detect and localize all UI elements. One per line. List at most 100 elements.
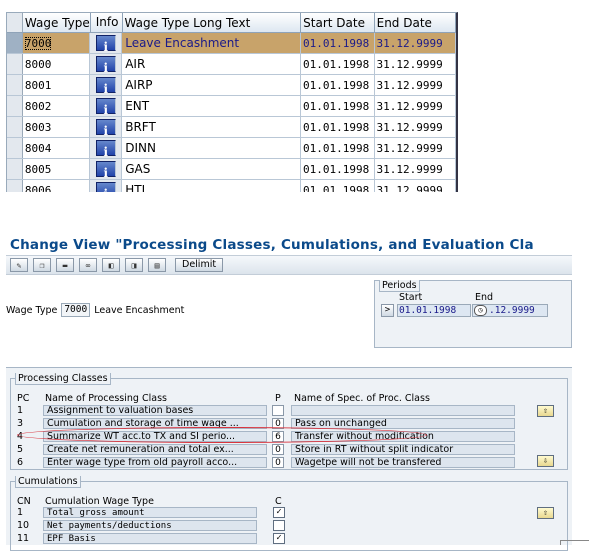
start-date-cell[interactable]: 01.01.1998 <box>301 75 375 95</box>
save-icon[interactable]: ▬ <box>56 258 74 272</box>
table-row[interactable]: 8002 i ENT 01.01.1998 31.12.9999 <box>7 96 456 117</box>
end-date-cell[interactable]: 31.12.9999 <box>375 75 456 95</box>
end-date-cell[interactable]: 31.12.9999 <box>375 159 456 179</box>
long-text-cell[interactable]: BRFT <box>122 117 302 137</box>
header-info[interactable]: Info <box>91 13 123 32</box>
header-c: C <box>275 496 282 507</box>
long-text-cell[interactable]: Leave Encashment <box>122 33 302 53</box>
class-name-field: Assignment to valuation bases <box>43 405 267 416</box>
long-text-cell[interactable]: AIR <box>122 54 302 74</box>
spec-name-field: Store in RT without split indicator <box>291 444 515 455</box>
row-selector[interactable] <box>7 159 23 179</box>
prev-icon[interactable]: ◧ <box>102 258 120 272</box>
row-selector[interactable] <box>7 138 23 158</box>
info-icon[interactable]: i <box>95 182 116 192</box>
select-all-column[interactable] <box>7 13 23 32</box>
header-pc: PC <box>17 393 30 404</box>
cumulation-checkbox[interactable] <box>273 520 285 531</box>
wage-type-cell[interactable]: 8005 <box>23 159 91 179</box>
start-date-field[interactable]: 01.01.1998 <box>397 304 471 317</box>
start-date-cell[interactable]: 01.01.1998 <box>301 180 375 192</box>
wage-type-label: Wage Type <box>6 304 58 316</box>
start-date-cell[interactable]: 01.01.1998 <box>301 96 375 116</box>
wage-type-line: Wage Type 7000 Leave Encashment <box>6 303 184 317</box>
cumulation-checkbox[interactable]: ✓ <box>273 533 285 544</box>
info-icon[interactable]: i <box>95 35 116 54</box>
class-name-field: Enter wage type from old payroll acco... <box>43 457 267 468</box>
end-date-cell[interactable]: 31.12.9999 <box>375 117 456 137</box>
header-end-date[interactable]: End Date <box>375 13 456 32</box>
position-down-icon[interactable]: ⇩ <box>537 455 554 467</box>
end-date-cell[interactable]: 31.12.9999 <box>375 54 456 74</box>
start-date-cell[interactable]: 01.01.1998 <box>301 159 375 179</box>
end-date-cell[interactable]: 31.12.9999 <box>375 138 456 158</box>
start-date-cell[interactable]: 01.01.1998 <box>301 117 375 137</box>
wage-type-cell[interactable]: 8001 <box>23 75 91 95</box>
cumulation-checkbox[interactable]: ✓ <box>273 507 285 518</box>
glasses-icon[interactable]: ∞ <box>79 258 97 272</box>
detail-area: Processing Classes PC Name of Processing… <box>6 367 572 551</box>
long-text-cell[interactable]: ENT <box>122 96 302 116</box>
processing-class-row: 6 Enter wage type from old payroll acco.… <box>11 457 567 469</box>
end-label: End <box>475 292 494 303</box>
table-row[interactable]: 8005 i GAS 01.01.1998 31.12.9999 <box>7 159 456 180</box>
list-icon[interactable]: ▤ <box>148 258 166 272</box>
info-icon[interactable]: i <box>95 161 116 180</box>
info-icon[interactable]: i <box>95 77 116 96</box>
row-selector[interactable] <box>7 75 23 95</box>
position-icon[interactable]: ⇧ <box>537 405 554 417</box>
info-icon[interactable]: i <box>95 56 116 75</box>
position-icon[interactable]: ⇧ <box>537 507 554 519</box>
copy-icon[interactable]: ❐ <box>33 258 51 272</box>
period-arrow-icon[interactable]: > <box>381 304 394 317</box>
pc-code: 1 <box>17 405 24 416</box>
cumulation-row: 11 EPF Basis ✓ <box>11 533 567 545</box>
calendar-icon[interactable]: ◷ <box>474 305 487 316</box>
end-date-cell[interactable]: 31.12.9999 <box>375 33 456 53</box>
row-selector[interactable] <box>7 96 23 116</box>
start-date-cell[interactable]: 01.01.1998 <box>301 54 375 74</box>
pencil-icon[interactable]: ✎ <box>10 258 28 272</box>
table-row[interactable]: 8000 i AIR 01.01.1998 31.12.9999 <box>7 54 456 75</box>
info-icon[interactable]: i <box>95 119 116 138</box>
toolbar: ✎ ❐ ▬ ∞ ◧ ◨ ▤ Delimit <box>6 255 572 275</box>
class-value-field[interactable] <box>272 405 284 416</box>
wage-type-cell[interactable]: 8003 <box>23 117 91 137</box>
table-row[interactable]: 8003 i BRFT 01.01.1998 31.12.9999 <box>7 117 456 138</box>
delimit-button[interactable]: Delimit <box>175 258 224 272</box>
row-selector[interactable] <box>7 117 23 137</box>
header-cn: CN <box>17 496 31 507</box>
info-icon[interactable]: i <box>95 98 116 117</box>
wage-type-cell[interactable]: 8000 <box>23 54 91 74</box>
cumulations-group: Cumulations CN Cumulation Wage Type C 1 … <box>10 476 568 551</box>
row-selector[interactable] <box>7 33 23 53</box>
long-text-cell[interactable]: DINN <box>122 138 302 158</box>
class-value-field[interactable]: 0 <box>272 457 284 468</box>
wage-type-cell[interactable]: 7000 <box>24 37 52 50</box>
long-text-cell[interactable]: GAS <box>122 159 302 179</box>
header-start-date[interactable]: Start Date <box>301 13 375 32</box>
info-icon[interactable]: i <box>95 140 116 159</box>
start-date-cell[interactable]: 01.01.1998 <box>301 138 375 158</box>
long-text-cell[interactable]: AIRP <box>122 75 302 95</box>
processing-classes-title: Processing Classes <box>15 373 111 385</box>
row-selector[interactable] <box>7 180 23 192</box>
table-row[interactable]: 8006 i HTL 01.01.1998 31.12.9999 <box>7 180 456 192</box>
start-date-cell[interactable]: 01.01.1998 <box>301 33 375 53</box>
cumulation-row: 10 Net payments/deductions <box>11 520 567 532</box>
next-icon[interactable]: ◨ <box>125 258 143 272</box>
header-long-text[interactable]: Wage Type Long Text <box>123 13 302 32</box>
table-row[interactable]: 8004 i DINN 01.01.1998 31.12.9999 <box>7 138 456 159</box>
wage-type-cell[interactable]: 8002 <box>23 96 91 116</box>
table-row[interactable]: 7000 i Leave Encashment 01.01.1998 31.12… <box>7 33 456 54</box>
end-date-cell[interactable]: 31.12.9999 <box>375 96 456 116</box>
periods-group: Periods Start End > 01.01.1998 .12.9999 … <box>374 280 572 348</box>
end-date-cell[interactable]: 31.12.9999 <box>375 180 456 192</box>
long-text-cell[interactable]: HTL <box>122 180 302 192</box>
row-selector[interactable] <box>7 54 23 74</box>
wage-type-cell[interactable]: 8006 <box>23 180 91 192</box>
wage-type-cell[interactable]: 8004 <box>23 138 91 158</box>
table-row[interactable]: 8001 i AIRP 01.01.1998 31.12.9999 <box>7 75 456 96</box>
class-value-field[interactable]: 0 <box>272 444 284 455</box>
header-wage-type[interactable]: Wage Type <box>23 13 91 32</box>
